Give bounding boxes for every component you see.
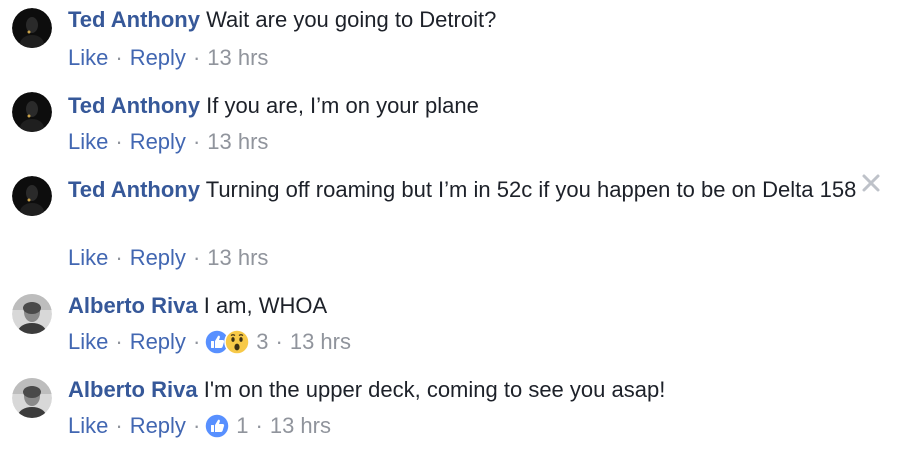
separator: ·: [192, 129, 201, 154]
grey-portrait-avatar-icon: [12, 294, 52, 334]
separator: ·: [115, 329, 123, 354]
close-icon[interactable]: [860, 172, 882, 194]
avatar[interactable]: [12, 92, 52, 132]
comment-body: Alberto Riva I am, WHOA: [68, 290, 858, 322]
avatar[interactable]: [12, 294, 52, 334]
separator: ·: [192, 45, 201, 70]
avatar[interactable]: [12, 378, 52, 418]
comment-actions: Like · Reply · 13 hrs: [68, 42, 268, 74]
comment-body: Ted Anthony If you are, I’m on your plan…: [68, 90, 858, 122]
comment-actions: Like · Reply · 1 · 13 hrs: [68, 410, 331, 442]
comment-actions: Like · Reply · 3 · 13 hrs: [68, 326, 351, 358]
comment-actions: Like · Reply · 13 hrs: [68, 242, 268, 274]
author-name[interactable]: Ted Anthony: [68, 93, 200, 118]
avatar[interactable]: [12, 176, 52, 216]
author-name[interactable]: Alberto Riva: [68, 377, 198, 402]
separator: ·: [275, 329, 283, 354]
separator: ·: [115, 413, 123, 438]
separator: ·: [115, 45, 123, 70]
comment-body: Alberto Riva I'm on the upper deck, comi…: [68, 374, 858, 406]
comment-text: I am, WHOA: [203, 293, 328, 318]
like-link[interactable]: Like: [68, 326, 108, 358]
dark-portrait-avatar-icon: [12, 176, 52, 216]
timestamp[interactable]: 13 hrs: [207, 42, 268, 74]
avatar[interactable]: [12, 8, 52, 48]
comment-text: Turning off roaming but I’m in 52c if yo…: [205, 177, 857, 202]
timestamp[interactable]: 13 hrs: [207, 126, 268, 158]
reactions[interactable]: [204, 413, 231, 439]
timestamp[interactable]: 13 hrs: [290, 326, 351, 358]
separator: ·: [255, 413, 263, 438]
like-link[interactable]: Like: [68, 410, 108, 442]
reply-link[interactable]: Reply: [130, 326, 186, 358]
dark-portrait-avatar-icon: [12, 92, 52, 132]
author-name[interactable]: Ted Anthony: [68, 7, 200, 32]
reply-link[interactable]: Reply: [130, 410, 186, 442]
like-reaction-icon: [204, 413, 231, 439]
comment-text: I'm on the upper deck, coming to see you…: [203, 377, 666, 402]
comment-text: Wait are you going to Detroit?: [206, 7, 497, 32]
separator: ·: [115, 245, 123, 270]
separator: ·: [192, 245, 201, 270]
reply-link[interactable]: Reply: [130, 126, 186, 158]
wow-reaction-icon: [224, 329, 251, 355]
reaction-count[interactable]: 1: [236, 410, 248, 442]
dark-portrait-avatar-icon: [12, 8, 52, 48]
author-name[interactable]: Ted Anthony: [68, 177, 200, 202]
reply-link[interactable]: Reply: [130, 42, 186, 74]
like-link[interactable]: Like: [68, 242, 108, 274]
separator: ·: [192, 329, 201, 354]
like-link[interactable]: Like: [68, 42, 108, 74]
comment-body: Ted Anthony Turning off roaming but I’m …: [68, 174, 858, 206]
reactions[interactable]: [204, 329, 251, 355]
reaction-count[interactable]: 3: [256, 326, 268, 358]
author-name[interactable]: Alberto Riva: [68, 293, 198, 318]
grey-portrait-avatar-icon: [12, 378, 52, 418]
reply-link[interactable]: Reply: [130, 242, 186, 274]
timestamp[interactable]: 13 hrs: [207, 242, 268, 274]
separator: ·: [192, 413, 201, 438]
like-link[interactable]: Like: [68, 126, 108, 158]
timestamp[interactable]: 13 hrs: [270, 410, 331, 442]
comment-text: If you are, I’m on your plane: [206, 93, 479, 118]
comment-body: Ted Anthony Wait are you going to Detroi…: [68, 4, 858, 36]
separator: ·: [115, 129, 123, 154]
comment-actions: Like · Reply · 13 hrs: [68, 126, 268, 158]
